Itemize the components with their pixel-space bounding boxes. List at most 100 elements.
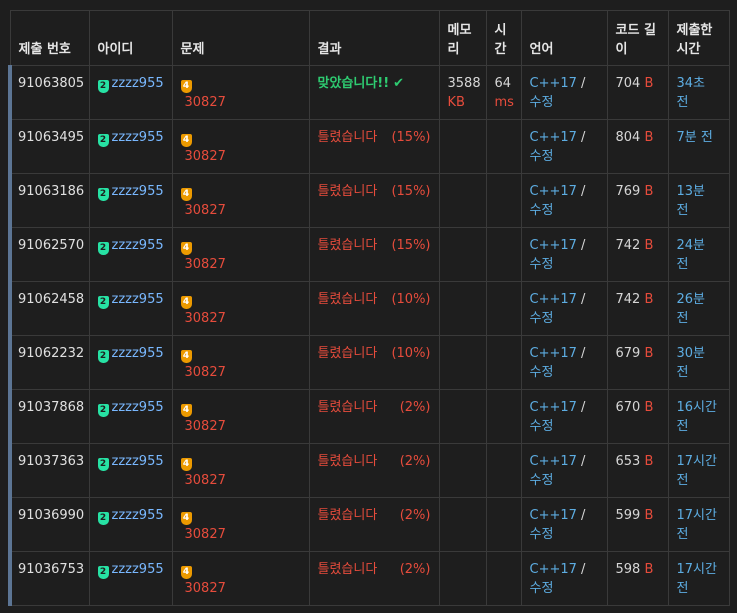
language-link[interactable]: C++17 (530, 454, 577, 469)
user-cell: 2 zzzz955 (89, 551, 173, 606)
edit-link[interactable]: 수정 (530, 203, 554, 218)
submitted-time-link[interactable]: 17시간 전 (677, 562, 717, 596)
code-length-cell: 670 B (607, 389, 669, 444)
time-cell (486, 551, 522, 606)
submission-status-table: 제출 번호 아이디 문제 결과 메모리 시간 언어 코드 길이 제출한 시간 9… (8, 10, 730, 606)
code-length-value: 598 (615, 562, 641, 577)
code-length-value: 769 (615, 184, 641, 199)
submission-id-cell: 91062458 (8, 281, 90, 336)
code-length-cell: 804 B (607, 119, 669, 174)
header-user-id: 아이디 (89, 10, 173, 66)
language-cell: C++17 / 수정 (521, 389, 608, 444)
code-length-value: 704 (615, 76, 641, 91)
language-separator: / (576, 562, 586, 577)
problem-link[interactable]: 30827 (185, 471, 301, 490)
result-text: 틀렸습니다 (317, 238, 378, 253)
language-cell: C++17 / 수정 (521, 551, 608, 606)
user-link[interactable]: 2 zzzz955 (97, 400, 164, 417)
language-link[interactable]: C++17 (530, 400, 577, 415)
problem-link[interactable]: 30827 (185, 255, 301, 274)
user-tier-icon: 2 (97, 134, 109, 147)
submitted-time-link[interactable]: 30분 전 (677, 346, 706, 380)
problem-cell: 4 30827 (172, 443, 310, 498)
submission-id: 91036990 (18, 508, 85, 523)
submitted-time-link[interactable]: 7분 전 (677, 130, 713, 145)
time-cell (486, 335, 522, 390)
problem-cell: 4 30827 (172, 227, 310, 282)
problem-tier-icon: 4 (180, 296, 192, 309)
submitted-time-link[interactable]: 17시간 전 (677, 508, 717, 542)
submitted-time-link[interactable]: 17시간 전 (677, 454, 717, 488)
language-link[interactable]: C++17 (530, 508, 577, 523)
language-link[interactable]: C++17 (530, 562, 577, 577)
edit-link[interactable]: 수정 (530, 581, 554, 596)
edit-link[interactable]: 수정 (530, 311, 554, 326)
submitted-time-cell: 16시간 전 (668, 389, 730, 444)
code-length-cell: 679 B (607, 335, 669, 390)
language-link[interactable]: C++17 (530, 292, 577, 307)
language-separator: / (576, 184, 586, 199)
edit-link[interactable]: 수정 (530, 149, 554, 164)
user-link[interactable]: 2 zzzz955 (97, 130, 164, 147)
user-id: zzzz955 (111, 562, 164, 577)
result-text: 틀렸습니다 (317, 508, 378, 523)
submission-id-cell: 91062232 (8, 335, 90, 390)
problem-tier-icon: 4 (180, 350, 192, 363)
code-length-unit: B (644, 130, 654, 145)
language-separator: / (576, 346, 586, 361)
time-cell (486, 281, 522, 336)
user-link[interactable]: 2 zzzz955 (97, 562, 164, 579)
submitted-time-link[interactable]: 26분 전 (677, 292, 706, 326)
user-link[interactable]: 2 zzzz955 (97, 454, 164, 471)
edit-link[interactable]: 수정 (530, 257, 554, 272)
language-link[interactable]: C++17 (530, 184, 577, 199)
result-text: 틀렸습니다 (317, 130, 378, 145)
time-cell (486, 497, 522, 552)
edit-link[interactable]: 수정 (530, 365, 554, 380)
header-submission-id: 제출 번호 (9, 10, 90, 66)
user-cell: 2 zzzz955 (89, 65, 173, 120)
code-length-unit: B (644, 184, 654, 199)
submitted-time-link[interactable]: 13분 전 (677, 184, 706, 218)
user-link[interactable]: 2 zzzz955 (97, 76, 164, 93)
user-id: zzzz955 (111, 76, 164, 91)
time-cell (486, 389, 522, 444)
edit-link[interactable]: 수정 (530, 473, 554, 488)
user-link[interactable]: 2 zzzz955 (97, 292, 164, 309)
language-link[interactable]: C++17 (530, 346, 577, 361)
problem-link[interactable]: 30827 (185, 363, 301, 382)
submitted-time-link[interactable]: 16시간 전 (677, 400, 717, 434)
problem-link[interactable]: 30827 (185, 579, 301, 598)
user-link[interactable]: 2 zzzz955 (97, 346, 164, 363)
user-tier-icon: 2 (97, 80, 109, 93)
submitted-time-link[interactable]: 24분 전 (677, 238, 706, 272)
language-link[interactable]: C++17 (530, 130, 577, 145)
submitted-time-link[interactable]: 34초 전 (677, 76, 706, 110)
edit-link[interactable]: 수정 (530, 527, 554, 542)
submission-id-cell: 91063495 (8, 119, 90, 174)
problem-link[interactable]: 30827 (185, 93, 301, 112)
result-percent: (2%) (399, 454, 431, 469)
user-link[interactable]: 2 zzzz955 (97, 508, 164, 525)
problem-link[interactable]: 30827 (185, 201, 301, 220)
problem-link[interactable]: 30827 (185, 147, 301, 166)
language-cell: C++17 / 수정 (521, 65, 608, 120)
user-link[interactable]: 2 zzzz955 (97, 184, 164, 201)
edit-link[interactable]: 수정 (530, 419, 554, 434)
memory-cell (439, 227, 487, 282)
header-code-length: 코드 길이 (607, 10, 669, 66)
code-length-value: 679 (615, 346, 641, 361)
result-cell: 틀렸습니다 (15%) (309, 227, 440, 282)
language-link[interactable]: C++17 (530, 238, 577, 253)
table-body: 91063805 2 zzzz955 4 30827 맞았습니다!! ✔ 3588 KB… (8, 65, 730, 606)
submission-id: 91037868 (18, 400, 85, 415)
result-percent: (10%) (391, 292, 431, 307)
language-link[interactable]: C++17 (530, 76, 577, 91)
submission-id-cell: 91036753 (8, 551, 90, 606)
check-icon: ✔ (393, 76, 405, 91)
edit-link[interactable]: 수정 (530, 95, 554, 110)
user-link[interactable]: 2 zzzz955 (97, 238, 164, 255)
problem-link[interactable]: 30827 (185, 309, 301, 328)
problem-link[interactable]: 30827 (185, 417, 301, 436)
problem-link[interactable]: 30827 (185, 525, 301, 544)
